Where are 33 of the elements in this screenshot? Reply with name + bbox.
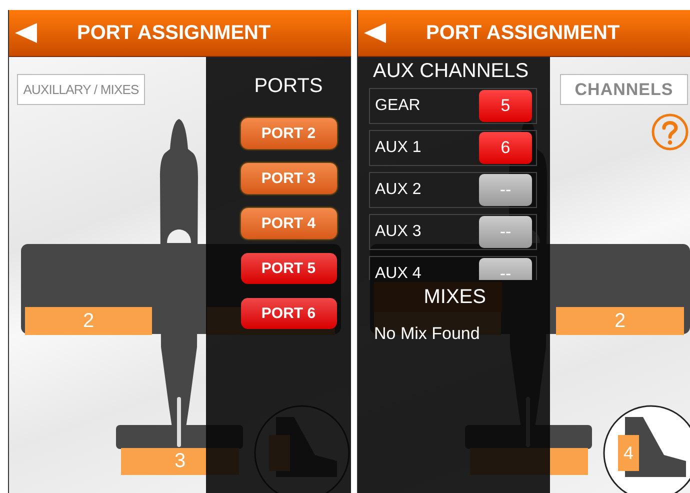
port-button[interactable]: PORT 6 xyxy=(240,298,336,329)
surface-channel-label[interactable]: 4 xyxy=(618,435,639,471)
channel-row[interactable]: AUX 2 -- xyxy=(369,172,537,208)
panel-heading: PORTS xyxy=(254,75,323,98)
surface-channel-label[interactable]: 2 xyxy=(25,307,152,335)
port-button[interactable]: PORT 3 xyxy=(240,163,336,194)
surface-channel-label[interactable]: 2 xyxy=(556,307,684,335)
channel-name: GEAR xyxy=(375,97,420,115)
mixes-heading: MIXES xyxy=(374,282,502,312)
channel-row[interactable]: AUX 3 -- xyxy=(369,214,537,250)
port-value-button[interactable]: -- xyxy=(479,174,532,206)
screen-title: PORT ASSIGNMENT xyxy=(77,22,271,44)
channel-name: AUX 3 xyxy=(375,223,422,241)
screen-title: PORT ASSIGNMENT xyxy=(426,22,620,44)
channel-name: AUX 1 xyxy=(375,139,422,157)
port-button[interactable]: PORT 5 xyxy=(240,253,336,284)
panel-heading: AUX CHANNELS xyxy=(373,60,530,83)
back-icon[interactable] xyxy=(364,23,386,43)
channel-name: AUX 4 xyxy=(375,265,422,280)
mode-button[interactable]: CHANNELS xyxy=(560,74,688,105)
port-value-button[interactable]: 6 xyxy=(479,132,532,164)
channel-row[interactable]: GEAR 5 xyxy=(369,88,537,124)
mode-button[interactable]: AUXILLARY / MIXES xyxy=(17,74,145,105)
channel-name: AUX 2 xyxy=(375,181,422,199)
channel-row[interactable]: AUX 1 6 xyxy=(369,130,537,166)
port-value-button[interactable]: -- xyxy=(479,216,532,248)
empty-message: No Mix Found xyxy=(374,324,481,344)
port-value-button[interactable]: 5 xyxy=(479,90,532,122)
port-button[interactable]: PORT 4 xyxy=(240,208,336,239)
port-button[interactable]: PORT 2 xyxy=(240,118,336,149)
port-value-button[interactable]: -- xyxy=(479,258,532,280)
help-icon[interactable] xyxy=(651,113,689,151)
back-icon[interactable] xyxy=(15,23,37,43)
